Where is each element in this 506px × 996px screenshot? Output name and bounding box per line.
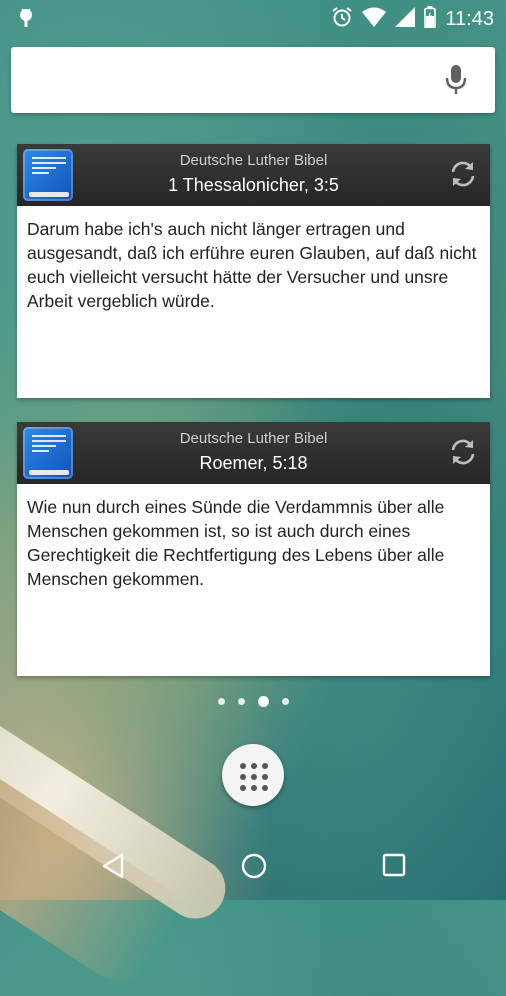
google-search-bar[interactable] xyxy=(11,47,495,113)
refresh-icon[interactable] xyxy=(448,159,478,194)
alarm-icon xyxy=(331,6,353,33)
bible-verse-widget[interactable]: Deutsche Luther Bibel 1 Thessalonicher, … xyxy=(17,144,490,398)
page-indicator xyxy=(0,696,506,707)
wifi-icon xyxy=(362,7,387,32)
verse-text[interactable]: Darum habe ich's auch nicht länger ertra… xyxy=(17,206,490,398)
refresh-icon[interactable] xyxy=(448,437,478,472)
status-clock: 11:43 xyxy=(445,8,494,30)
bible-verse-widget[interactable]: Deutsche Luther Bibel Roemer, 5:18 Wie n… xyxy=(17,422,490,676)
navigation-bar xyxy=(0,832,506,900)
battery-icon xyxy=(424,6,437,33)
verse-reference: 1 Thessalonicher, 3:5 xyxy=(168,175,339,195)
widget-header: Deutsche Luther Bibel Roemer, 5:18 xyxy=(17,422,490,484)
page-dot xyxy=(281,698,289,705)
signal-icon xyxy=(395,7,416,32)
widget-source-title: Deutsche Luther Bibel xyxy=(179,430,328,447)
mic-icon[interactable] xyxy=(445,65,467,100)
page-dot-active xyxy=(257,696,269,707)
back-icon[interactable] xyxy=(100,852,126,885)
status-bar: 11:43 xyxy=(0,0,506,36)
verse-text[interactable]: Wie nun durch eines Sünde die Verdammnis… xyxy=(17,484,490,676)
widget-source-title: Deutsche Luther Bibel xyxy=(179,152,328,169)
verse-reference: Roemer, 5:18 xyxy=(199,453,308,473)
page-dot xyxy=(237,698,245,705)
app-drawer-button[interactable] xyxy=(222,744,284,806)
android-icon xyxy=(18,8,34,33)
widget-header: Deutsche Luther Bibel 1 Thessalonicher, … xyxy=(17,144,490,206)
page-dot xyxy=(217,698,225,705)
home-icon[interactable] xyxy=(240,852,268,885)
apps-grid-icon xyxy=(240,763,268,791)
recents-icon[interactable] xyxy=(381,852,407,883)
